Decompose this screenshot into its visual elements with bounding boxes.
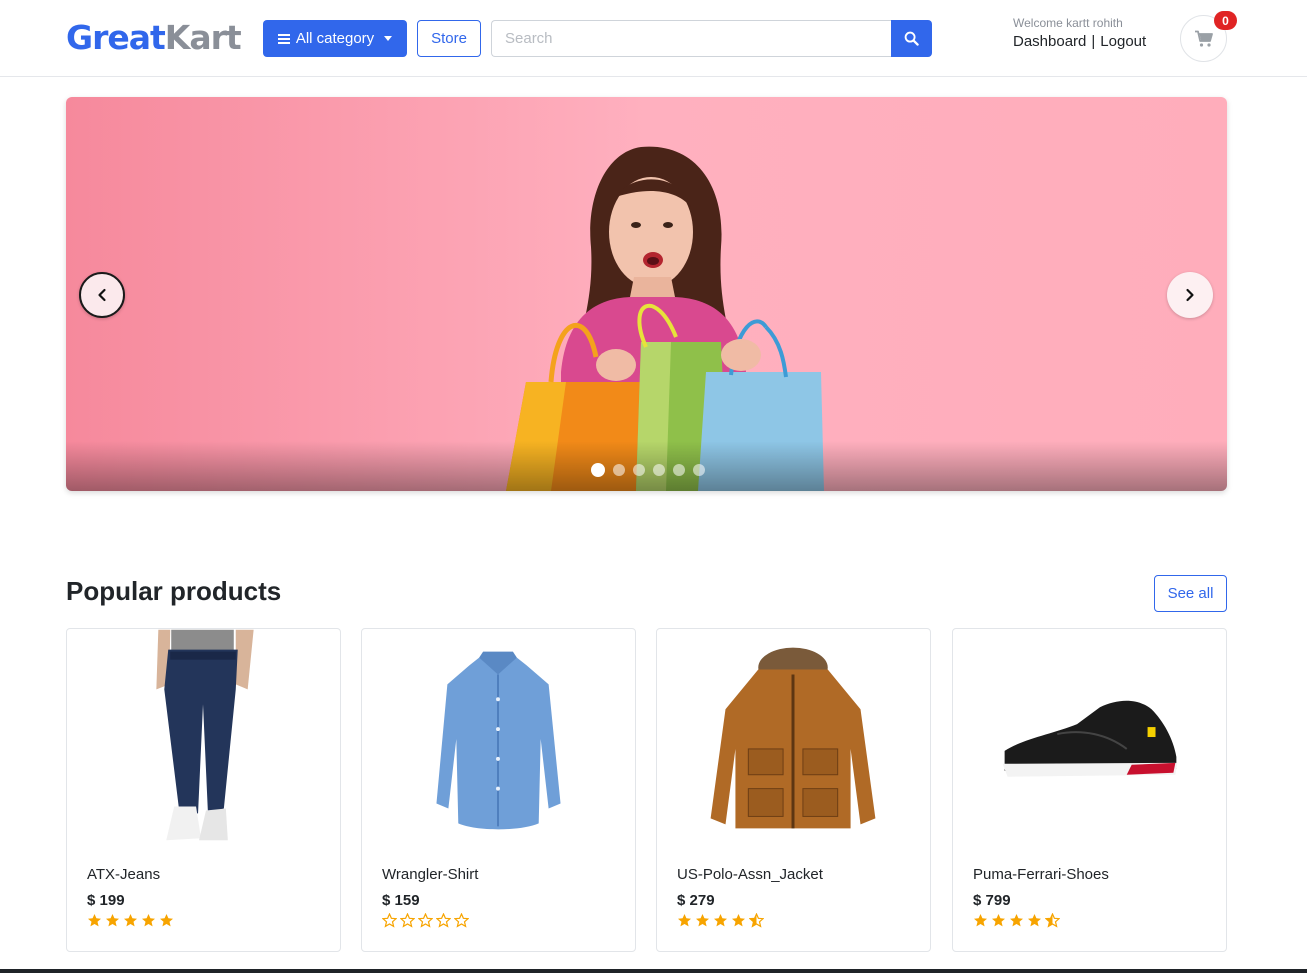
carousel-next-button[interactable] xyxy=(1167,272,1213,318)
jeans-image[interactable] xyxy=(67,629,340,847)
carousel-indicators xyxy=(591,463,705,477)
product-card[interactable]: US-Polo-Assn_Jacket $ 279 xyxy=(656,628,931,952)
product-name[interactable]: ATX-Jeans xyxy=(87,866,160,883)
product-name[interactable]: US-Polo-Assn_Jacket xyxy=(677,866,823,883)
shirt-illustration xyxy=(436,651,561,830)
all-category-label: All category xyxy=(295,30,375,47)
search-input[interactable] xyxy=(491,20,892,57)
star-full-icon xyxy=(677,913,692,928)
hero-carousel xyxy=(66,97,1227,491)
star-full-icon xyxy=(1009,913,1024,928)
logo-text-great: Great xyxy=(66,18,166,57)
link-separator: | xyxy=(1091,33,1096,50)
dashboard-link[interactable]: Dashboard xyxy=(1013,33,1086,50)
section-title: Popular products xyxy=(66,576,282,606)
star-full-icon xyxy=(695,913,710,928)
shirt-image[interactable] xyxy=(362,629,635,847)
product-name[interactable]: Puma-Ferrari-Shoes xyxy=(973,866,1109,883)
star-full-icon xyxy=(105,913,120,928)
product-price: $ 199 xyxy=(87,892,125,909)
star-full-icon xyxy=(973,913,988,928)
carousel-dot[interactable] xyxy=(653,464,665,476)
product-rating xyxy=(677,913,764,928)
shoe-illustration xyxy=(1002,700,1178,777)
star-half-icon xyxy=(749,913,764,928)
menu-bars-icon xyxy=(277,33,290,44)
carousel-dot[interactable] xyxy=(591,463,605,477)
star-empty-icon xyxy=(454,913,469,928)
all-category-button[interactable]: All category xyxy=(263,20,407,57)
page-bottom-border xyxy=(0,969,1307,973)
welcome-text: Welcome kartt rohith xyxy=(1013,16,1123,30)
product-card[interactable]: Puma-Ferrari-Shoes $ 799 xyxy=(952,628,1227,952)
star-half-icon xyxy=(1045,913,1060,928)
star-full-icon xyxy=(87,913,102,928)
carousel-dot[interactable] xyxy=(633,464,645,476)
chevron-right-icon xyxy=(1186,288,1194,302)
star-full-icon xyxy=(1027,913,1042,928)
jeans-illustration xyxy=(156,629,254,841)
product-rating xyxy=(382,913,469,928)
search-icon xyxy=(904,31,919,46)
star-empty-icon xyxy=(400,913,415,928)
chevron-left-icon xyxy=(98,288,106,302)
product-rating xyxy=(973,913,1060,928)
logout-link[interactable]: Logout xyxy=(1100,33,1146,50)
product-card[interactable]: ATX-Jeans $ 199 xyxy=(66,628,341,952)
star-empty-icon xyxy=(418,913,433,928)
brand-logo[interactable]: GreatKart xyxy=(66,18,242,58)
carousel-dot[interactable] xyxy=(693,464,705,476)
store-button[interactable]: Store xyxy=(417,20,481,57)
star-empty-icon xyxy=(436,913,451,928)
caret-down-icon xyxy=(384,36,393,41)
product-price: $ 799 xyxy=(973,892,1011,909)
site-header: GreatKart All category Store Welcome kar… xyxy=(0,0,1307,77)
star-full-icon xyxy=(141,913,156,928)
star-full-icon xyxy=(731,913,746,928)
product-card[interactable]: Wrangler-Shirt $ 159 xyxy=(361,628,636,952)
product-price: $ 279 xyxy=(677,892,715,909)
shoe-image[interactable] xyxy=(953,629,1226,847)
product-price: $ 159 xyxy=(382,892,420,909)
star-full-icon xyxy=(123,913,138,928)
product-rating xyxy=(87,913,174,928)
cart-count-badge: 0 xyxy=(1214,11,1237,30)
star-full-icon xyxy=(159,913,174,928)
jacket-illustration xyxy=(710,647,876,829)
star-empty-icon xyxy=(382,913,397,928)
product-name[interactable]: Wrangler-Shirt xyxy=(382,866,478,883)
jacket-image[interactable] xyxy=(657,629,930,847)
shopping-cart-icon xyxy=(1194,30,1213,47)
star-full-icon xyxy=(713,913,728,928)
carousel-dot[interactable] xyxy=(613,464,625,476)
banner-shopping-woman-image xyxy=(506,146,824,491)
search-button[interactable] xyxy=(891,20,932,57)
user-links: Dashboard | Logout xyxy=(1013,33,1146,50)
carousel-dot[interactable] xyxy=(673,464,685,476)
logo-text-kart: Kart xyxy=(164,18,242,57)
carousel-prev-button[interactable] xyxy=(79,272,125,318)
see-all-button[interactable]: See all xyxy=(1154,575,1227,612)
star-full-icon xyxy=(991,913,1006,928)
